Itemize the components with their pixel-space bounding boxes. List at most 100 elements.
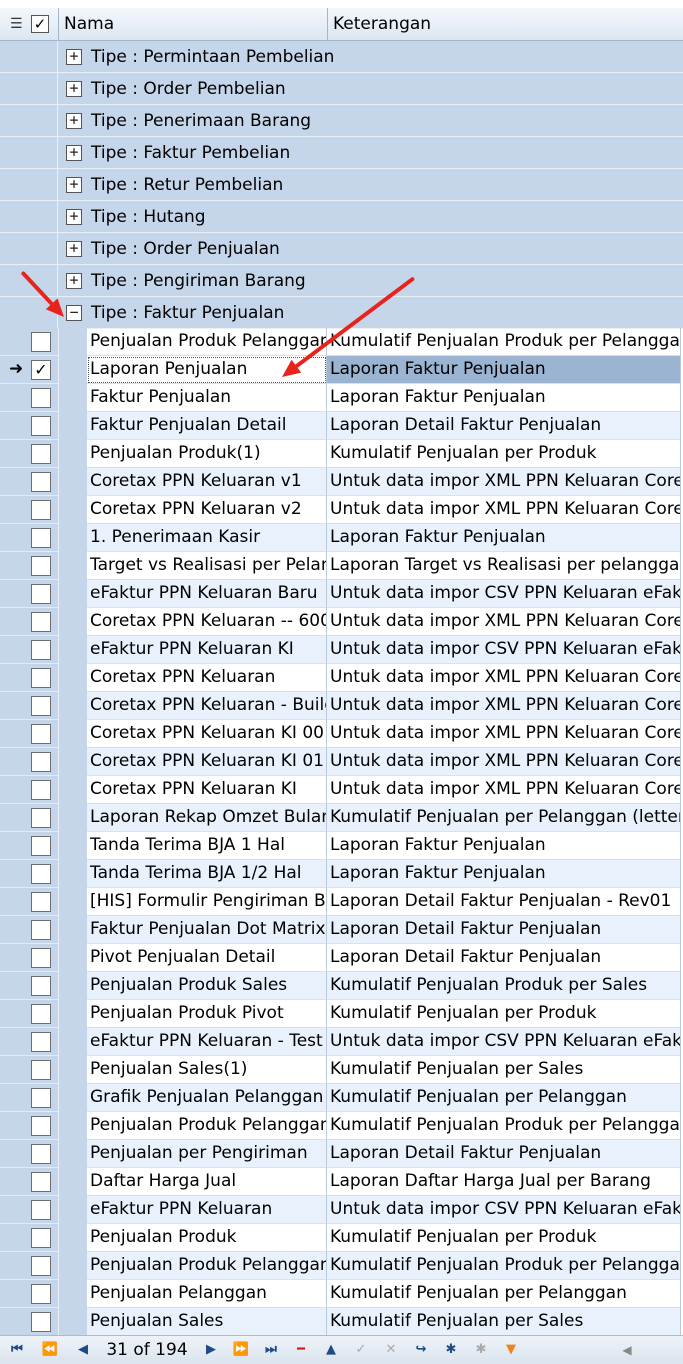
- cell-nama[interactable]: Penjualan Produk Pivot: [87, 1000, 327, 1028]
- group-row[interactable]: + Tipe : Pengiriman Barang: [0, 265, 683, 297]
- cell-keterangan[interactable]: Untuk data impor XML PPN Keluaran Coreta…: [327, 608, 681, 636]
- group-row[interactable]: − Tipe : Faktur Penjualan: [0, 297, 683, 329]
- cell-nama[interactable]: Coretax PPN Keluaran: [87, 664, 327, 692]
- cell-nama[interactable]: Penjualan per Pengiriman: [87, 1140, 327, 1168]
- table-row[interactable]: Penjualan Sales Kumulatif Penjualan per S…: [0, 1308, 683, 1335]
- row-checkbox[interactable]: [31, 640, 51, 660]
- table-row[interactable]: Coretax PPN Keluaran -- 600 Untuk data im…: [0, 608, 683, 636]
- group-expander-icon[interactable]: +: [66, 113, 82, 129]
- row-checkbox[interactable]: [31, 528, 51, 548]
- table-row[interactable]: Tanda Terima BJA 1/2 Hal Laporan Faktur P…: [0, 860, 683, 888]
- cell-nama[interactable]: Penjualan Produk: [87, 1224, 327, 1252]
- table-row[interactable]: Daftar Harga Jual Laporan Daftar Harga Ju…: [0, 1168, 683, 1196]
- cell-nama[interactable]: Pivot Penjualan Detail: [87, 944, 327, 972]
- row-checkbox[interactable]: [31, 836, 51, 856]
- row-checkbox[interactable]: [31, 1172, 51, 1192]
- group-row[interactable]: + Tipe : Faktur Pembelian: [0, 137, 683, 169]
- cell-nama[interactable]: Faktur Penjualan Dot Matrix: [87, 916, 327, 944]
- cell-nama[interactable]: Penjualan Produk Pelanggan: [87, 1252, 327, 1280]
- cell-keterangan[interactable]: Laporan Faktur Penjualan: [327, 832, 681, 860]
- cell-keterangan[interactable]: Laporan Detail Faktur Penjualan: [327, 916, 681, 944]
- group-expander-icon[interactable]: +: [66, 81, 82, 97]
- cell-nama[interactable]: Penjualan Sales: [87, 1308, 327, 1335]
- cell-keterangan[interactable]: Laporan Faktur Penjualan: [327, 524, 681, 552]
- next-record-button[interactable]: ▶: [198, 1339, 224, 1361]
- cell-keterangan[interactable]: Kumulatif Penjualan per Sales: [327, 1308, 681, 1335]
- cell-nama[interactable]: Coretax PPN Keluaran v2: [87, 496, 327, 524]
- table-row[interactable]: Pivot Penjualan Detail Laporan Detail Fak…: [0, 944, 683, 972]
- table-row[interactable]: Coretax PPN Keluaran KI Untuk data impor …: [0, 776, 683, 804]
- first-record-button[interactable]: ⏮: [4, 1339, 30, 1361]
- cell-nama[interactable]: Daftar Harga Jual: [87, 1168, 327, 1196]
- cell-keterangan[interactable]: Kumulatif Penjualan Produk per Pelanggan: [327, 1252, 681, 1280]
- table-row[interactable]: Penjualan Produk Kumulatif Penjualan per …: [0, 1224, 683, 1252]
- table-row[interactable]: Penjualan Produk(1) Kumulatif Penjualan p…: [0, 440, 683, 468]
- table-row[interactable]: Faktur Penjualan Detail Laporan Detail Fa…: [0, 412, 683, 440]
- group-expander-icon[interactable]: −: [66, 305, 82, 321]
- table-row[interactable]: Penjualan Sales(1) Kumulatif Penjualan pe…: [0, 1056, 683, 1084]
- table-row[interactable]: Penjualan Produk Pivot Kumulatif Penjuala…: [0, 1000, 683, 1028]
- cell-nama[interactable]: Penjualan Produk(1): [87, 440, 327, 468]
- horizontal-scroll-left-button[interactable]: ◀: [612, 1340, 642, 1360]
- cell-nama[interactable]: Coretax PPN Keluaran v1: [87, 468, 327, 496]
- row-checkbox[interactable]: [31, 388, 51, 408]
- cell-nama[interactable]: eFaktur PPN Keluaran: [87, 1196, 327, 1224]
- last-record-button[interactable]: ⏭: [258, 1339, 284, 1361]
- cell-nama[interactable]: Penjualan Produk Sales: [87, 972, 327, 1000]
- cell-keterangan[interactable]: Untuk data impor XML PPN Keluaran Coreta…: [327, 692, 681, 720]
- table-row[interactable]: Coretax PPN Keluaran Untuk data impor XML…: [0, 664, 683, 692]
- cell-keterangan[interactable]: Laporan Faktur Penjualan: [327, 384, 681, 412]
- cell-keterangan[interactable]: Laporan Detail Faktur Penjualan: [327, 1140, 681, 1168]
- cell-nama[interactable]: Coretax PPN Keluaran KI: [87, 776, 327, 804]
- cell-keterangan[interactable]: Untuk data impor CSV PPN Keluaran eFaktu…: [327, 580, 681, 608]
- group-expander-icon[interactable]: +: [66, 209, 82, 225]
- group-expander-icon[interactable]: +: [66, 49, 82, 65]
- cancel-edit-button[interactable]: ✕: [378, 1339, 404, 1361]
- cell-keterangan[interactable]: Untuk data impor XML PPN Keluaran Coreta…: [327, 748, 681, 776]
- row-checkbox[interactable]: ✓: [31, 360, 51, 380]
- bookmark-button[interactable]: ✱: [438, 1339, 464, 1361]
- cell-nama[interactable]: eFaktur PPN Keluaran Baru: [87, 580, 327, 608]
- cell-nama[interactable]: Coretax PPN Keluaran -- 600: [87, 608, 327, 636]
- delete-record-button[interactable]: ━: [288, 1339, 314, 1361]
- group-expander-icon[interactable]: +: [66, 145, 82, 161]
- cell-keterangan[interactable]: Kumulatif Penjualan per Pelanggan: [327, 1280, 681, 1308]
- cell-nama[interactable]: Coretax PPN Keluaran KI 00: [87, 720, 327, 748]
- table-row[interactable]: Coretax PPN Keluaran KI 00 Untuk data imp…: [0, 720, 683, 748]
- refresh-button[interactable]: ↪: [408, 1339, 434, 1361]
- group-row[interactable]: + Tipe : Order Penjualan: [0, 233, 683, 265]
- cell-nama[interactable]: eFaktur PPN Keluaran - Test: [87, 1028, 327, 1056]
- cell-nama[interactable]: Penjualan Produk Pelanggan: [87, 1112, 327, 1140]
- table-row[interactable]: Target vs Realisasi per PelangganLaporan…: [0, 552, 683, 580]
- cell-keterangan[interactable]: Untuk data impor CSV PPN Keluaran eFaktu…: [327, 636, 681, 664]
- group-expander-icon[interactable]: +: [66, 177, 82, 193]
- cell-nama[interactable]: Penjualan Pelanggan: [87, 1280, 327, 1308]
- cell-nama[interactable]: Coretax PPN Keluaran - Build: [87, 692, 327, 720]
- cell-keterangan[interactable]: Kumulatif Penjualan per Produk: [327, 1224, 681, 1252]
- cell-keterangan[interactable]: Laporan Target vs Realisasi per pelangga…: [327, 552, 681, 580]
- row-checkbox[interactable]: [31, 976, 51, 996]
- column-header-nama[interactable]: Nama: [59, 8, 328, 40]
- row-checkbox[interactable]: [31, 808, 51, 828]
- goto-bookmark-button[interactable]: ✱: [468, 1339, 494, 1361]
- cell-keterangan[interactable]: Untuk data impor CSV PPN Keluaran eFaktu…: [327, 1196, 681, 1224]
- table-row[interactable]: Coretax PPN Keluaran - Build Untuk data i…: [0, 692, 683, 720]
- table-row[interactable]: Grafik Penjualan Pelanggan Kumulatif Penj…: [0, 1084, 683, 1112]
- cell-keterangan[interactable]: Laporan Detail Faktur Penjualan: [327, 944, 681, 972]
- table-row[interactable]: Tanda Terima BJA 1 Hal Laporan Faktur Pen…: [0, 832, 683, 860]
- row-checkbox[interactable]: [31, 948, 51, 968]
- cell-keterangan[interactable]: Laporan Detail Faktur Penjualan - Rev01: [327, 888, 681, 916]
- row-checkbox[interactable]: [31, 1256, 51, 1276]
- filter-button[interactable]: ▼: [498, 1339, 524, 1361]
- cell-keterangan[interactable]: Untuk data impor XML PPN Keluaran Coreta…: [327, 720, 681, 748]
- group-row[interactable]: + Tipe : Permintaan Pembelian: [0, 41, 683, 73]
- group-row[interactable]: + Tipe : Retur Pembelian: [0, 169, 683, 201]
- up-button[interactable]: ▲: [318, 1339, 344, 1361]
- table-row[interactable]: Penjualan Produk Sales Kumulatif Penjuala…: [0, 972, 683, 1000]
- cell-keterangan[interactable]: Untuk data impor XML PPN Keluaran Coreta…: [327, 664, 681, 692]
- row-checkbox[interactable]: [31, 892, 51, 912]
- cell-nama[interactable]: Faktur Penjualan: [87, 384, 327, 412]
- row-checkbox[interactable]: [31, 1116, 51, 1136]
- row-checkbox[interactable]: [31, 1312, 51, 1332]
- table-row[interactable]: 1. Penerimaan Kasir Laporan Faktur Penjua…: [0, 524, 683, 552]
